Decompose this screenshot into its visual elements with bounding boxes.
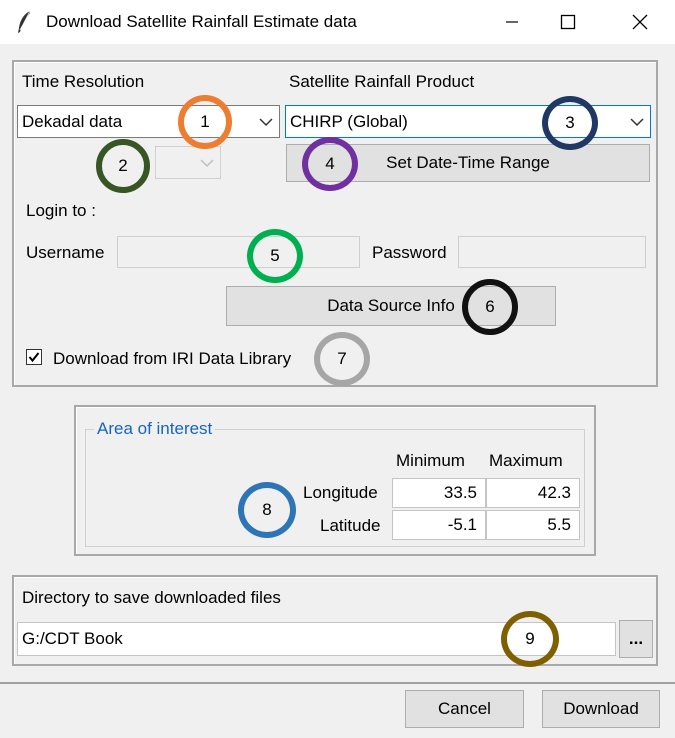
feather-icon [18,10,31,33]
password-input[interactable] [458,236,646,268]
minimize-icon [506,21,518,23]
min-column-header: Minimum [396,451,465,470]
window-title: Download Satellite Rainfall Estimate dat… [46,12,357,31]
max-column-header: Maximum [489,451,563,470]
password-label: Password [372,243,447,262]
time-resolution-label: Time Resolution [22,72,145,91]
marker-6-number: 6 [485,297,495,316]
marker-9-number: 9 [525,629,535,648]
checkmark-icon [28,352,40,363]
marker-3-number: 3 [565,113,575,132]
footer-divider [0,682,675,684]
marker-4-number: 4 [325,154,335,173]
marker-8: 8 [238,482,296,538]
cancel-button[interactable]: Cancel [405,690,524,728]
chevron-down-icon [259,117,273,126]
marker-7-number: 7 [337,349,347,368]
marker-4: 4 [302,137,358,191]
marker-7: 7 [314,332,370,386]
maximize-button[interactable] [540,0,596,44]
marker-1: 1 [178,95,232,149]
directory-label: Directory to save downloaded files [22,588,281,607]
username-label: Username [26,243,105,262]
marker-3: 3 [542,96,598,150]
sub-period-select[interactable] [155,146,221,179]
marker-2: 2 [96,139,150,193]
time-resolution-value: Dekadal data [22,111,123,131]
time-resolution-select[interactable]: Dekadal data [17,105,280,138]
username-input[interactable] [117,236,360,268]
latitude-max-value: 5.5 [547,515,571,534]
iri-checkbox[interactable] [26,349,42,365]
longitude-label: Longitude [303,483,378,502]
minimize-button[interactable] [484,0,540,44]
product-value: CHIRP (Global) [290,111,408,131]
title-bar: Download Satellite Rainfall Estimate dat… [0,0,675,44]
close-button[interactable] [612,0,668,44]
marker-1-number: 1 [200,112,210,131]
iri-checkbox-label[interactable]: Download from IRI Data Library [53,349,291,369]
longitude-min-input[interactable]: 33.5 [392,478,486,508]
latitude-min-value: -5.1 [447,515,477,534]
marker-9: 9 [501,611,559,667]
marker-6: 6 [462,279,518,335]
login-heading: Login to : [26,201,96,220]
marker-8-number: 8 [262,500,272,519]
longitude-min-value: 33.5 [443,483,477,502]
chevron-down-icon [630,117,644,126]
product-label: Satellite Rainfall Product [289,72,475,91]
area-title: Area of interest [94,419,216,439]
chevron-down-icon [200,158,214,167]
latitude-label: Latitude [320,516,381,535]
marker-2-number: 2 [118,156,128,175]
latitude-min-input[interactable]: -5.1 [392,510,486,540]
close-icon [632,14,648,30]
download-button[interactable]: Download [542,690,660,728]
directory-value: G:/CDT Book [22,629,123,648]
browse-button[interactable]: ... [619,620,653,658]
maximize-icon [560,14,576,30]
marker-5: 5 [247,229,303,283]
latitude-max-input[interactable]: 5.5 [486,510,580,540]
marker-5-number: 5 [270,246,280,265]
longitude-max-input[interactable]: 42.3 [486,478,580,508]
longitude-max-value: 42.3 [537,483,571,502]
